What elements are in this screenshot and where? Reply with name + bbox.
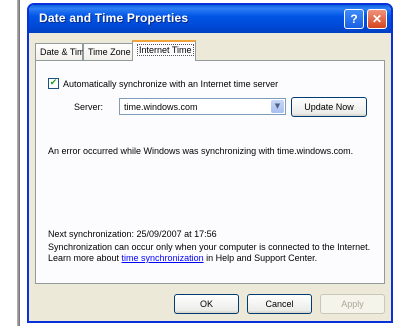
auto-sync-row[interactable]: ✔ Automatically synchronize with an Inte… [48, 78, 278, 89]
ok-button[interactable]: OK [174, 294, 239, 314]
sync-info-text: Synchronization can occur only when your… [48, 242, 378, 264]
info-suffix: in Help and Support Center. [203, 253, 318, 263]
auto-sync-label: Automatically synchronize with an Intern… [63, 78, 279, 89]
date-time-properties-dialog: Date and Time Properties ? ✕ Date & Time… [27, 3, 393, 323]
background-window-edge [0, 0, 20, 326]
cancel-button[interactable]: Cancel [247, 294, 312, 314]
next-sync-text: Next synchronization: 25/09/2007 at 17:5… [48, 229, 217, 239]
apply-button[interactable]: Apply [320, 294, 385, 314]
background-window-border [17, 0, 20, 326]
sync-error-message: An error occurred while Windows was sync… [48, 146, 354, 156]
tab-internet-time[interactable]: Internet Time [132, 40, 196, 61]
window-title: Date and Time Properties [39, 11, 189, 25]
time-sync-help-link[interactable]: time synchronization [122, 253, 204, 263]
checkmark-icon: ✔ [49, 78, 58, 88]
tab-date-time[interactable]: Date & Time [35, 43, 90, 60]
update-now-button[interactable]: Update Now [291, 97, 367, 117]
close-icon: ✕ [371, 12, 383, 26]
tab-label: Time Zone [88, 47, 131, 57]
server-select[interactable]: time.windows.com ▼ [119, 98, 286, 115]
tab-time-zone[interactable]: Time Zone [83, 43, 133, 60]
server-label: Server: [74, 102, 104, 112]
tab-label: Internet Time [137, 44, 194, 56]
help-button[interactable]: ? [344, 9, 364, 29]
internet-time-panel: ✔ Automatically synchronize with an Inte… [35, 60, 385, 284]
auto-sync-checkbox[interactable]: ✔ [48, 78, 59, 89]
help-icon: ? [350, 12, 358, 26]
chevron-down-icon[interactable]: ▼ [271, 100, 284, 113]
server-value: time.windows.com [124, 102, 198, 112]
title-bar[interactable]: Date and Time Properties ? ✕ [29, 5, 391, 33]
close-button[interactable]: ✕ [367, 9, 387, 29]
